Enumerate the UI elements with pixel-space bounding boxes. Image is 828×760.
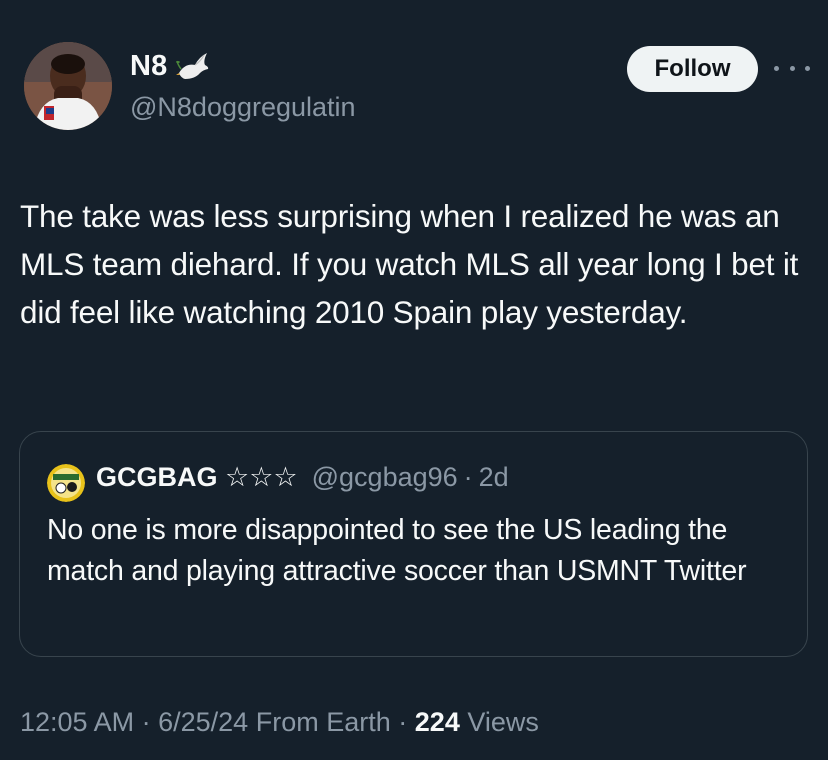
meta-separator: · — [141, 707, 151, 737]
quote-timestamp[interactable]: 2d — [479, 462, 509, 493]
tweet-text: The take was less surprising when I real… — [20, 198, 799, 330]
meta-separator: · — [398, 707, 408, 737]
views-label: Views — [467, 707, 539, 737]
quote-text: No one is more disappointed to see the U… — [47, 514, 747, 587]
author-handle[interactable]: @N8doggregulatin — [130, 92, 356, 123]
quote-separator: · — [463, 462, 473, 492]
tweet-meta: 12:05 AM · 6/25/24 From Earth · 224 View… — [20, 707, 539, 738]
author-avatar[interactable] — [24, 42, 112, 130]
follow-button[interactable]: Follow — [627, 46, 758, 92]
more-horizontal-icon[interactable] — [774, 58, 810, 78]
author-avatar-image — [24, 42, 112, 130]
more-dot — [774, 65, 779, 71]
author-name-text: N8 — [130, 50, 168, 82]
quoted-tweet-card[interactable]: GCGBAG ☆☆☆ @gcgbag96 · 2d No one is more… — [19, 431, 808, 657]
quote-header: GCGBAG ☆☆☆ @gcgbag96 · 2d — [96, 462, 509, 493]
more-dot — [789, 65, 795, 71]
quote-author-name[interactable]: GCGBAG ☆☆☆ — [96, 462, 298, 493]
more-dot — [805, 65, 810, 71]
tweet-time[interactable]: 12:05 AM — [20, 707, 134, 737]
dove-icon — [175, 51, 211, 83]
views-count: 224 — [414, 707, 460, 737]
tweet-source: From Earth — [255, 707, 391, 737]
quote-author-handle[interactable]: @gcgbag96 — [312, 462, 458, 493]
quote-author-avatar[interactable] — [47, 464, 85, 502]
author-display-name[interactable]: N8 — [130, 50, 211, 83]
tweet-date[interactable]: 6/25/24 — [158, 707, 248, 737]
quote-avatar-image — [47, 464, 85, 502]
